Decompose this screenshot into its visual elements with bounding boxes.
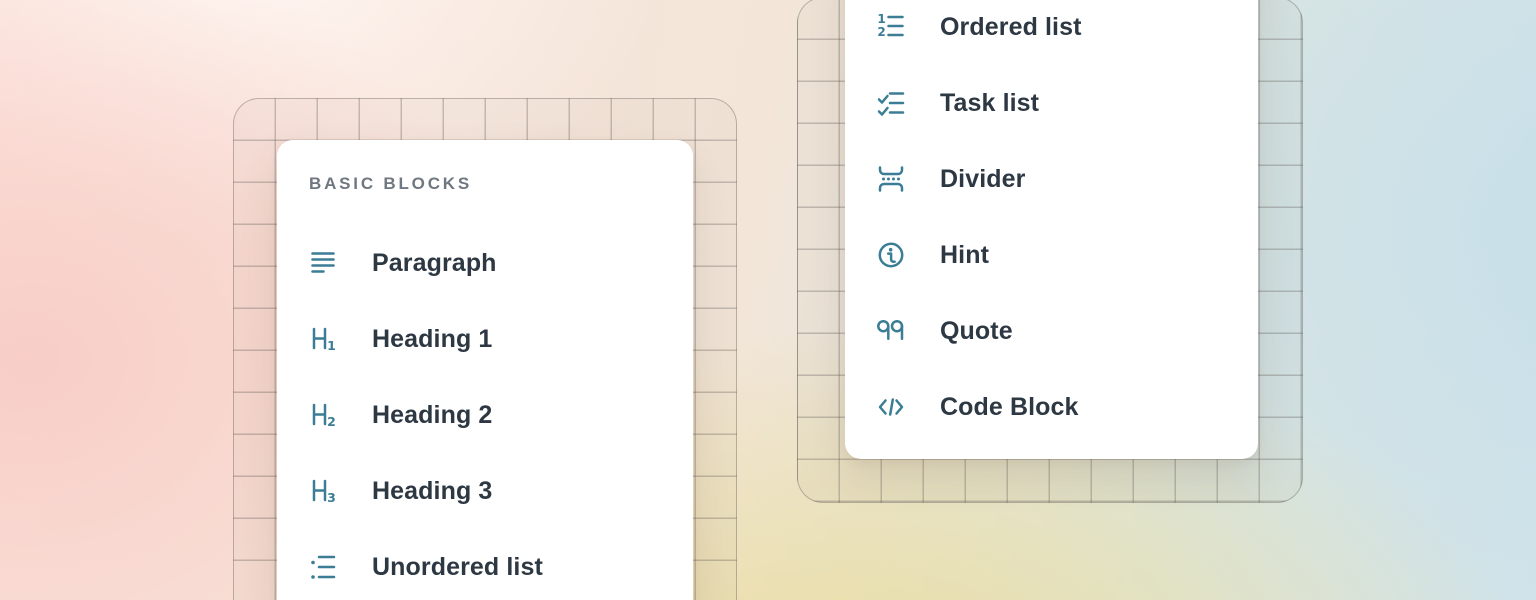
paragraph-icon [309, 249, 337, 277]
menu-item-label: Hint [940, 241, 989, 270]
unordered-list-icon [309, 553, 337, 581]
menu-item-label: Unordered list [372, 553, 543, 582]
menu-item-label: Task list [940, 89, 1039, 118]
quote-icon [877, 317, 905, 345]
menu-item-label: Paragraph [372, 249, 497, 278]
menu-item-unordered-list[interactable]: Unordered list [309, 529, 661, 600]
menu-item-divider[interactable]: Divider [877, 141, 1226, 217]
heading-1-icon: 1 [309, 325, 337, 353]
menu-item-quote[interactable]: Quote [877, 293, 1226, 369]
heading-2-icon: 2 [309, 401, 337, 429]
task-list-icon [877, 89, 905, 117]
ordered-list-icon: 1 2 [877, 13, 905, 41]
menu-item-task-list[interactable]: Task list [877, 65, 1226, 141]
svg-text:1: 1 [327, 338, 336, 353]
divider-icon [877, 165, 905, 193]
hint-icon [877, 241, 905, 269]
svg-text:2: 2 [877, 25, 885, 39]
menu-item-heading-1[interactable]: 1 Heading 1 [309, 301, 661, 377]
menu-item-label: Divider [940, 165, 1025, 194]
menu-item-heading-2[interactable]: 2 Heading 2 [309, 377, 661, 453]
menu-item-paragraph[interactable]: Paragraph [309, 225, 661, 301]
blocks-menu-continued: 1 2 Ordered list Task list [845, 0, 1258, 459]
menu-item-label: Heading 2 [372, 401, 492, 430]
menu-item-code-block[interactable]: Code Block [877, 369, 1226, 445]
menu-item-heading-3[interactable]: 3 Heading 3 [309, 453, 661, 529]
heading-3-icon: 3 [309, 477, 337, 505]
menu-item-label: Code Block [940, 393, 1079, 422]
svg-text:3: 3 [327, 490, 336, 505]
menu-item-label: Quote [940, 317, 1013, 346]
menu-item-ordered-list[interactable]: 1 2 Ordered list [877, 0, 1226, 65]
block-menu-illustration: BASIC BLOCKS Paragraph 1 Heading 1 2 Hea… [0, 0, 1536, 600]
menu-item-label: Ordered list [940, 13, 1082, 42]
basic-blocks-menu: BASIC BLOCKS Paragraph 1 Heading 1 2 Hea… [277, 140, 693, 600]
menu-item-hint[interactable]: Hint [877, 217, 1226, 293]
menu-item-label: Heading 1 [372, 325, 492, 354]
menu-item-label: Heading 3 [372, 477, 492, 506]
svg-text:2: 2 [327, 414, 336, 429]
code-block-icon [877, 393, 905, 421]
menu-section-header: BASIC BLOCKS [309, 174, 661, 194]
